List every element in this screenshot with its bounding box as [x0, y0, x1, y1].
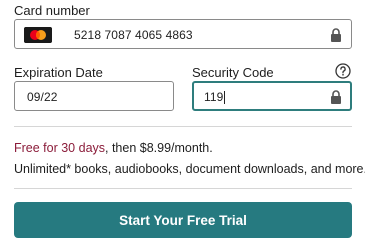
divider — [14, 126, 352, 127]
security-code-label: Security Code — [192, 65, 274, 80]
promo-accent: Free for 30 days — [14, 141, 106, 155]
text-caret — [224, 91, 226, 105]
promo-price: , then $8.99/month. — [105, 141, 213, 155]
mastercard-icon — [24, 27, 52, 43]
card-number-value: 5218 7087 4065 4863 — [74, 28, 193, 42]
security-code-field[interactable]: 119 — [192, 81, 352, 111]
card-number-field[interactable]: 5218 7087 4065 4863 — [14, 19, 352, 49]
security-code-value: 119 — [204, 90, 224, 104]
lock-icon — [331, 28, 341, 42]
card-number-label: Card number — [14, 3, 90, 18]
question-circle-icon[interactable] — [335, 63, 351, 79]
plan-description: Unlimited* books, audiobooks, document d… — [14, 162, 365, 176]
expiration-date-label: Expiration Date — [14, 65, 103, 80]
expiration-date-value: 09/22 — [27, 90, 58, 104]
start-free-trial-button[interactable]: Start Your Free Trial — [14, 202, 352, 238]
divider — [14, 188, 352, 189]
expiration-date-field[interactable]: 09/22 — [14, 81, 174, 111]
promo-text: Free for 30 days, then $8.99/month. — [14, 141, 213, 155]
lock-icon — [331, 90, 341, 104]
